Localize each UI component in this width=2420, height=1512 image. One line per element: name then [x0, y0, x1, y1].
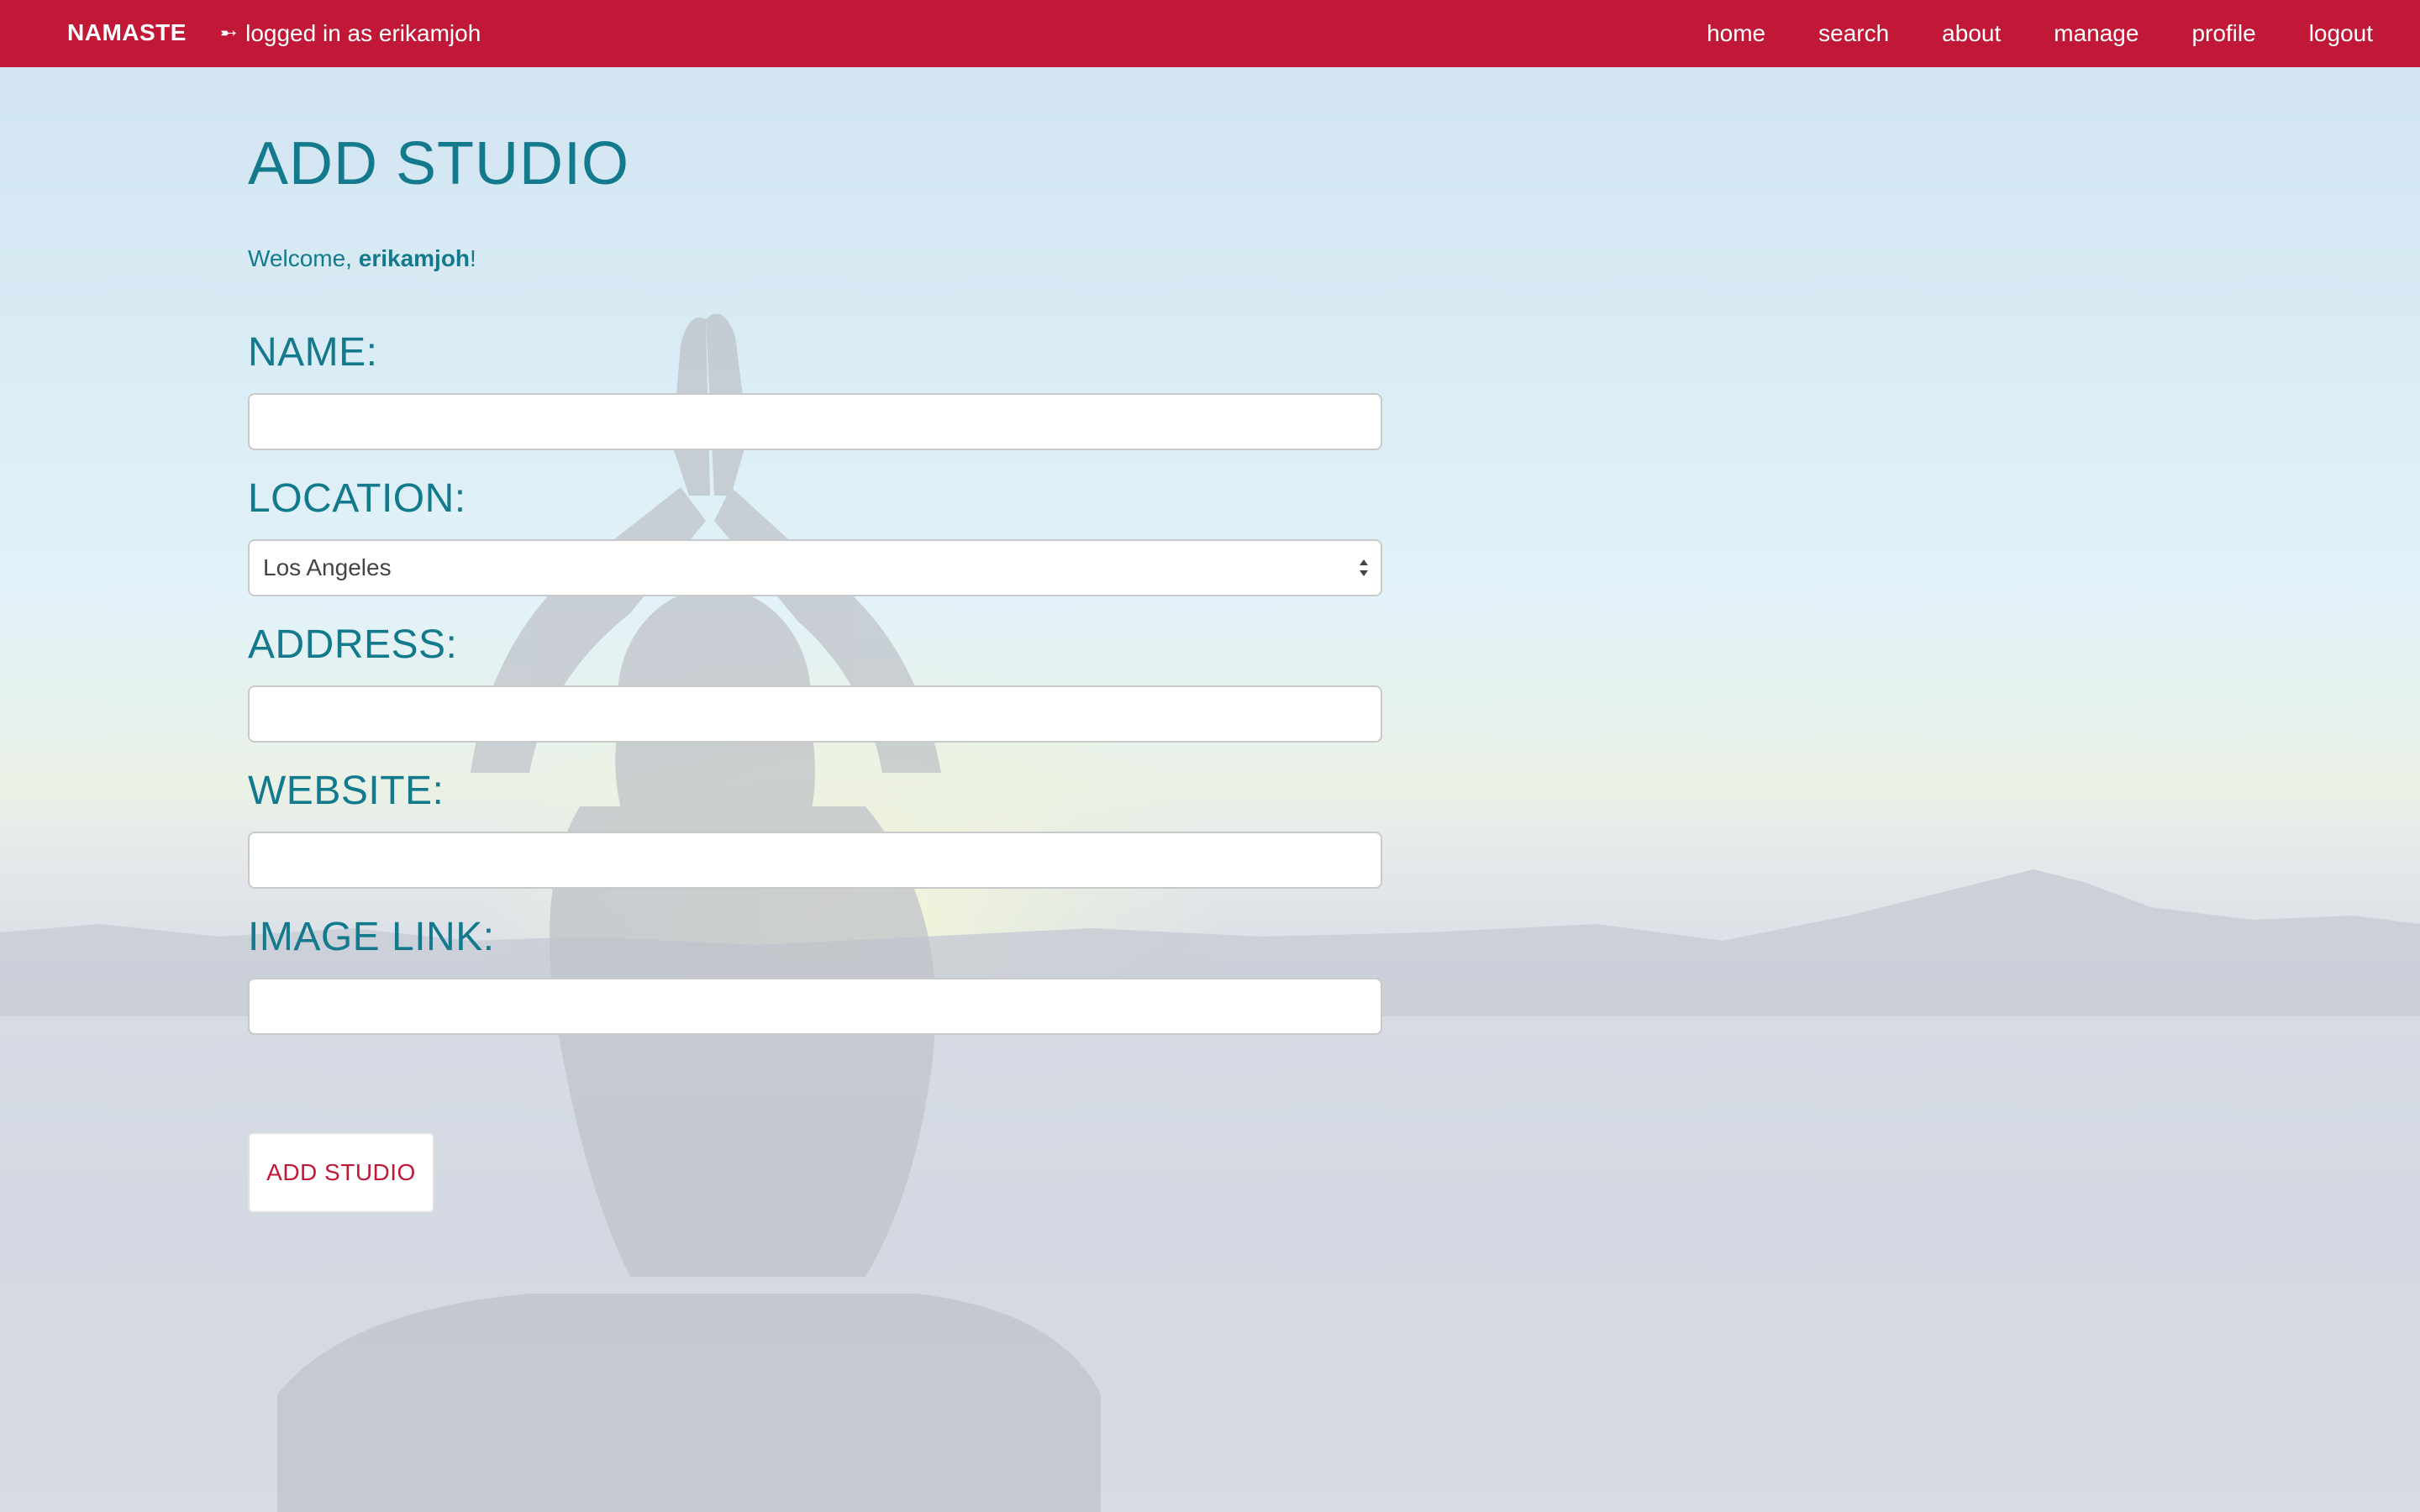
image-link-field-group: IMAGE LINK:	[248, 917, 1391, 1035]
website-field-group: WEBSITE:	[248, 771, 1391, 889]
location-select[interactable]: Los Angeles	[248, 539, 1382, 596]
login-status: ➸ logged in as erikamjoh	[220, 0, 481, 67]
location-label: LOCATION:	[248, 476, 466, 521]
nav-link-manage[interactable]: manage	[2054, 20, 2139, 47]
login-status-text: logged in as erikamjoh	[245, 20, 481, 46]
name-label: NAME:	[248, 330, 378, 375]
welcome-message: Welcome, erikamjoh!	[248, 245, 1391, 272]
nav-link-home[interactable]: home	[1707, 20, 1765, 47]
address-input[interactable]	[248, 685, 1382, 743]
welcome-suffix: !	[470, 245, 476, 271]
address-field-group: ADDRESS:	[248, 625, 1391, 743]
top-navbar: NAMASTE ➸ logged in as erikamjoh home se…	[0, 0, 2420, 67]
image-link-label: IMAGE LINK:	[248, 915, 495, 959]
name-field-group: NAME:	[248, 333, 1391, 450]
name-input[interactable]	[248, 393, 1382, 450]
sign-in-icon: ➸	[220, 22, 238, 45]
location-selected-value: Los Angeles	[263, 554, 392, 580]
page-title: ADD STUDIO	[248, 130, 630, 197]
website-input[interactable]	[248, 832, 1382, 889]
nav-links: home search about manage profile logout	[1654, 0, 2373, 67]
website-label: WEBSITE:	[248, 769, 445, 813]
image-link-input[interactable]	[248, 978, 1382, 1035]
welcome-prefix: Welcome,	[248, 245, 359, 271]
add-studio-button[interactable]: ADD STUDIO	[248, 1132, 434, 1213]
brand-logo-link[interactable]: NAMASTE	[67, 0, 187, 67]
nav-link-logout[interactable]: logout	[2309, 20, 2373, 47]
main-content: ADD STUDIO Welcome, erikamjoh! NAME: LOC…	[248, 126, 1391, 1213]
add-studio-form: NAME: LOCATION: Los Angeles ADDRESS: WEB…	[248, 333, 1391, 1213]
nav-link-about[interactable]: about	[1942, 20, 2001, 47]
welcome-username: erikamjoh	[358, 245, 471, 271]
nav-link-profile[interactable]: profile	[2191, 20, 2255, 47]
select-arrows-icon	[1360, 559, 1368, 576]
address-label: ADDRESS:	[248, 622, 458, 667]
location-field-group: LOCATION: Los Angeles	[248, 479, 1391, 596]
nav-link-search[interactable]: search	[1818, 20, 1889, 47]
